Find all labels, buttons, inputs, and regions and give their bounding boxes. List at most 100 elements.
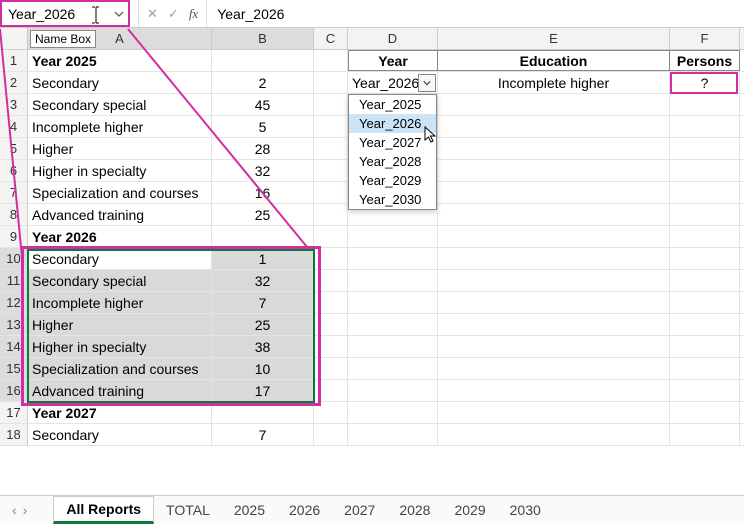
cell[interactable] — [314, 380, 348, 401]
cell[interactable] — [670, 94, 740, 115]
cell[interactable] — [314, 336, 348, 357]
dropdown-item[interactable]: Year_2030 — [349, 190, 436, 209]
row-header[interactable]: 16 — [0, 380, 28, 401]
fx-icon[interactable]: fx — [189, 6, 198, 22]
sheet-tab[interactable]: 2029 — [442, 497, 497, 522]
row-header[interactable]: 9 — [0, 226, 28, 247]
cell[interactable]: Incomplete higher — [28, 292, 212, 313]
cell[interactable]: Year 2026 — [28, 226, 212, 247]
cell[interactable]: Specialization and courses — [28, 182, 212, 203]
cell[interactable]: Higher in specialty — [28, 160, 212, 181]
cell[interactable]: Specialization and courses — [28, 358, 212, 379]
cell[interactable] — [348, 358, 438, 379]
cell[interactable] — [670, 160, 740, 181]
cell[interactable]: Secondary — [28, 424, 212, 445]
cell[interactable] — [314, 270, 348, 291]
row-header[interactable]: 15 — [0, 358, 28, 379]
cell[interactable] — [438, 314, 670, 335]
cell[interactable]: Advanced training — [28, 380, 212, 401]
cell[interactable] — [438, 336, 670, 357]
cell[interactable]: Secondary — [28, 72, 212, 93]
cell[interactable] — [670, 116, 740, 137]
row-header[interactable]: 3 — [0, 94, 28, 115]
cell[interactable] — [314, 314, 348, 335]
col-header-C[interactable]: C — [314, 28, 348, 49]
cell[interactable]: Year 2025 — [28, 50, 212, 71]
cell[interactable]: 32 — [212, 270, 314, 291]
row-header[interactable]: 17 — [0, 402, 28, 423]
cell[interactable]: 32 — [212, 160, 314, 181]
cell[interactable] — [670, 424, 740, 445]
cell[interactable] — [212, 50, 314, 71]
cell[interactable] — [438, 226, 670, 247]
cell[interactable] — [348, 248, 438, 269]
sheet-tab[interactable]: 2026 — [277, 497, 332, 522]
cell[interactable] — [670, 248, 740, 269]
cell[interactable]: 2 — [212, 72, 314, 93]
row-header[interactable]: 2 — [0, 72, 28, 93]
cell[interactable] — [438, 292, 670, 313]
cell[interactable] — [670, 182, 740, 203]
cell[interactable] — [314, 292, 348, 313]
cell[interactable]: 1 — [212, 248, 314, 269]
cell[interactable] — [348, 270, 438, 291]
cell[interactable] — [670, 204, 740, 225]
dropdown-item[interactable]: Year_2025 — [349, 95, 436, 114]
cell[interactable] — [670, 358, 740, 379]
dropdown-item[interactable]: Year_2029 — [349, 171, 436, 190]
cell[interactable] — [314, 248, 348, 269]
cell[interactable]: Year 2027 — [28, 402, 212, 423]
tab-prev-button[interactable]: ‹ — [12, 502, 17, 518]
cell[interactable] — [438, 94, 670, 115]
row-header[interactable]: 14 — [0, 336, 28, 357]
cancel-icon[interactable]: ✕ — [147, 6, 158, 22]
cell[interactable]: Education — [438, 50, 670, 71]
cell[interactable] — [314, 50, 348, 71]
col-header-F[interactable]: F — [670, 28, 740, 49]
cell[interactable] — [670, 226, 740, 247]
dropdown-item[interactable]: Year_2027 — [349, 133, 436, 152]
cell[interactable] — [670, 314, 740, 335]
cell[interactable] — [670, 336, 740, 357]
sheet-tab[interactable]: TOTAL — [154, 497, 222, 522]
cell[interactable] — [438, 138, 670, 159]
cell[interactable] — [314, 160, 348, 181]
cell[interactable] — [670, 138, 740, 159]
cell[interactable] — [314, 182, 348, 203]
cell[interactable] — [438, 248, 670, 269]
cell[interactable] — [314, 226, 348, 247]
cell[interactable] — [314, 424, 348, 445]
sheet-tab[interactable]: 2028 — [387, 497, 442, 522]
cell[interactable] — [438, 424, 670, 445]
cell[interactable] — [670, 292, 740, 313]
name-box[interactable]: Year_2026 Name Box — [0, 0, 130, 27]
cell[interactable]: Incomplete higher — [28, 116, 212, 137]
row-header[interactable]: 13 — [0, 314, 28, 335]
cell[interactable]: 7 — [212, 292, 314, 313]
cell[interactable] — [348, 402, 438, 423]
row-header[interactable]: 6 — [0, 160, 28, 181]
cell[interactable] — [314, 402, 348, 423]
sheet-tab[interactable]: 2030 — [498, 497, 553, 522]
cell[interactable] — [670, 380, 740, 401]
cell[interactable] — [438, 270, 670, 291]
col-header-D[interactable]: D — [348, 28, 438, 49]
cell[interactable]: Secondary special — [28, 94, 212, 115]
cell[interactable] — [670, 402, 740, 423]
cell[interactable] — [348, 336, 438, 357]
row-header[interactable]: 18 — [0, 424, 28, 445]
dropdown-item[interactable]: Year_2028 — [349, 152, 436, 171]
cell[interactable] — [314, 94, 348, 115]
row-header[interactable]: 5 — [0, 138, 28, 159]
cell[interactable]: 38 — [212, 336, 314, 357]
row-header[interactable]: 12 — [0, 292, 28, 313]
col-header-B[interactable]: B — [212, 28, 314, 49]
cell[interactable]: Secondary — [28, 248, 212, 269]
row-header[interactable]: 7 — [0, 182, 28, 203]
tab-next-button[interactable]: › — [23, 502, 28, 518]
cell[interactable] — [348, 226, 438, 247]
cell[interactable]: Secondary special — [28, 270, 212, 291]
row-header[interactable]: 11 — [0, 270, 28, 291]
sheet-tab[interactable]: 2025 — [222, 497, 277, 522]
dropdown-item[interactable]: Year_2026 — [349, 114, 436, 133]
